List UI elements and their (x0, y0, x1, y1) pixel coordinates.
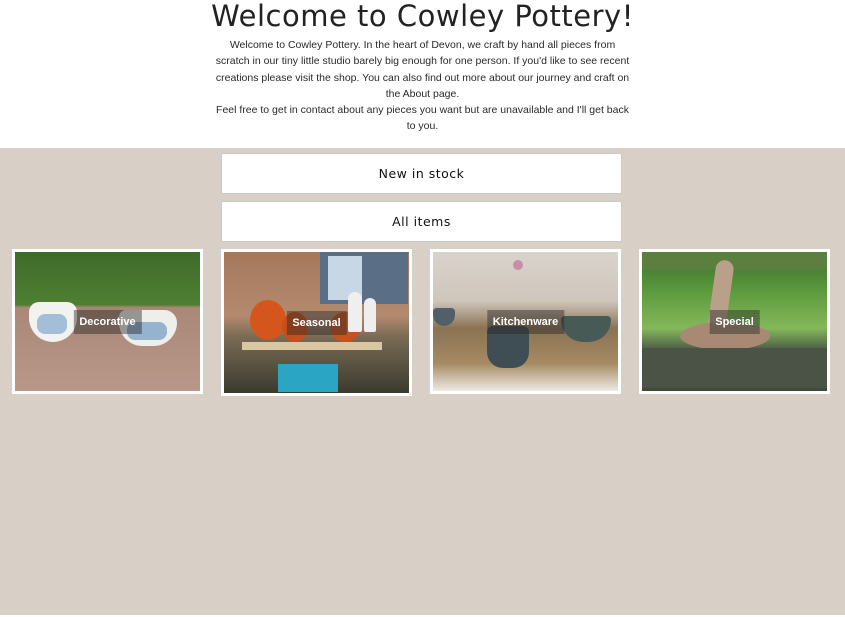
all-items-button[interactable]: All items (221, 201, 622, 242)
category-label: Kitchenware (486, 309, 565, 334)
category-card-decorative[interactable]: Decorative (12, 249, 203, 394)
page-title: Welcome to Cowley Pottery! (211, 0, 634, 33)
new-in-stock-button[interactable]: New in stock (221, 153, 622, 194)
category-label: Seasonal (286, 310, 347, 335)
category-label: Decorative (73, 309, 142, 334)
category-card-special[interactable]: Special (639, 249, 830, 394)
special-image: Special (642, 252, 827, 391)
seasonal-image: Seasonal (224, 252, 409, 393)
decorative-image: Decorative (15, 252, 200, 391)
category-card-seasonal[interactable]: Seasonal (221, 249, 412, 396)
main-content: New in stock All items Decorative Season… (0, 148, 845, 615)
hero-section: Welcome to Cowley Pottery! Welcome to Co… (0, 0, 845, 148)
category-card-kitchenware[interactable]: Kitchenware (430, 249, 621, 394)
intro-paragraph: Welcome to Cowley Pottery. In the heart … (215, 39, 630, 100)
intro-text: Welcome to Cowley Pottery. In the heart … (215, 37, 630, 135)
contact-paragraph: Feel free to get in contact about any pi… (216, 104, 629, 133)
kitchenware-image: Kitchenware (433, 252, 618, 391)
category-label: Special (709, 309, 760, 334)
